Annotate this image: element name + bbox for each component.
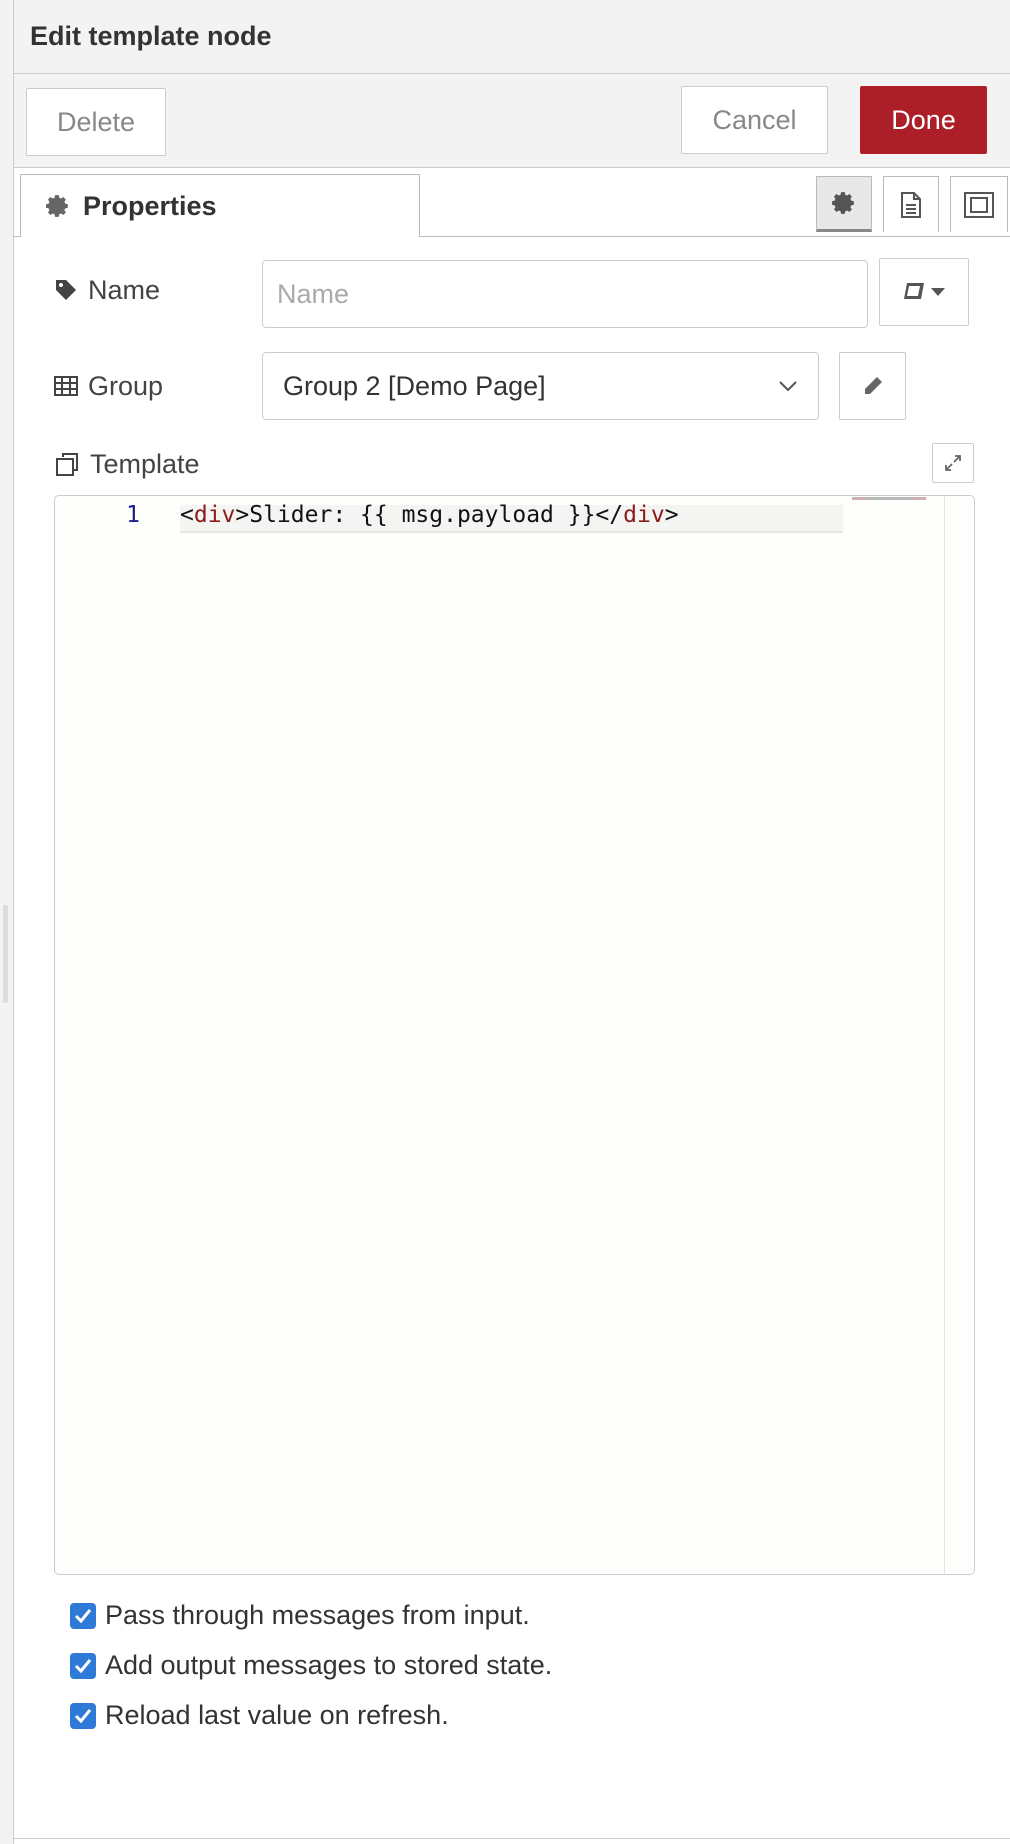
page-title: Edit template node bbox=[30, 21, 272, 51]
code-line-1[interactable]: <div>Slider: {{ msg.payload }}</div> bbox=[180, 497, 679, 533]
group-select[interactable]: Group 2 [Demo Page] bbox=[262, 352, 819, 420]
resize-handle[interactable] bbox=[3, 905, 8, 1003]
name-label: Name bbox=[88, 275, 161, 305]
reload-last-label: Reload last value on refresh. bbox=[105, 1700, 449, 1730]
checkmark-icon bbox=[74, 1658, 92, 1673]
gear-icon bbox=[46, 195, 68, 217]
tab-appearance-icon-button[interactable] bbox=[950, 176, 1008, 232]
delete-button[interactable]: Delete bbox=[26, 88, 166, 156]
code-tag-close: div bbox=[623, 502, 665, 528]
tag-icon bbox=[56, 280, 76, 300]
store-state-label: Add output messages to stored state. bbox=[105, 1650, 553, 1680]
group-label-row: Group bbox=[54, 368, 163, 404]
pencil-icon bbox=[864, 377, 882, 394]
group-label: Group bbox=[88, 371, 164, 401]
chevron-down-icon bbox=[779, 381, 797, 392]
line-number: 1 bbox=[126, 502, 140, 528]
tab-description-icon-button[interactable] bbox=[883, 176, 939, 232]
option-store-state[interactable]: Add output messages to stored state. bbox=[70, 1650, 552, 1681]
expand-editor-button[interactable] bbox=[932, 443, 974, 483]
template-label-row: Template bbox=[54, 446, 200, 482]
pass-through-checkbox[interactable] bbox=[70, 1602, 96, 1629]
tray-bottom-divider bbox=[14, 1838, 1010, 1839]
option-pass-through[interactable]: Pass through messages from input. bbox=[70, 1600, 530, 1631]
book-icon bbox=[904, 283, 924, 299]
code-lt: < bbox=[180, 502, 194, 528]
code-text: >Slider: {{ msg.payload }}</ bbox=[235, 502, 624, 528]
minimap-divider bbox=[944, 496, 945, 1574]
pass-through-label: Pass through messages from input. bbox=[105, 1600, 530, 1630]
code-tag-open: div bbox=[193, 502, 236, 528]
store-state-checkbox[interactable] bbox=[70, 1652, 96, 1679]
name-input[interactable] bbox=[262, 260, 868, 328]
frame-icon bbox=[964, 191, 994, 218]
caret-down-icon bbox=[931, 288, 945, 296]
expand-icon bbox=[945, 455, 961, 471]
template-label: Template bbox=[90, 449, 200, 479]
minimap[interactable] bbox=[852, 497, 926, 500]
tab-properties[interactable]: Properties bbox=[20, 174, 420, 237]
table-icon bbox=[54, 376, 78, 396]
document-icon bbox=[901, 191, 921, 218]
library-button[interactable] bbox=[879, 258, 969, 326]
tab-settings-icon-button[interactable] bbox=[816, 176, 872, 232]
name-label-row: Name bbox=[54, 272, 160, 308]
edit-group-button[interactable] bbox=[839, 352, 906, 420]
template-code-editor[interactable] bbox=[54, 495, 975, 1575]
gear-icon bbox=[832, 192, 854, 214]
reload-last-checkbox[interactable] bbox=[70, 1702, 96, 1729]
checkmark-icon bbox=[74, 1708, 92, 1723]
tab-properties-label: Properties bbox=[83, 190, 217, 221]
checkmark-icon bbox=[74, 1608, 92, 1623]
group-select-value: Group 2 [Demo Page] bbox=[283, 370, 546, 401]
code-end: > bbox=[664, 502, 679, 528]
clipboard-icon bbox=[56, 453, 78, 476]
done-button[interactable]: Done bbox=[860, 86, 987, 154]
option-reload-last[interactable]: Reload last value on refresh. bbox=[70, 1700, 449, 1731]
cancel-button[interactable]: Cancel bbox=[681, 86, 828, 154]
